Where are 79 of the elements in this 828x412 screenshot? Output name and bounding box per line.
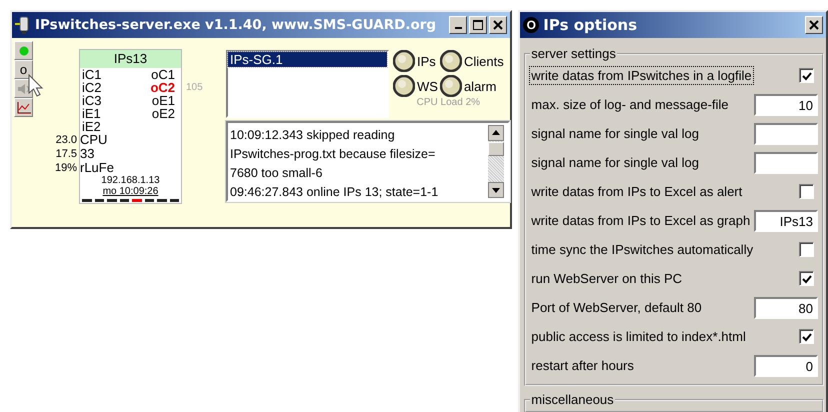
check-icon <box>802 332 812 342</box>
log-line: 7680 too small-6 <box>230 165 324 182</box>
sensor-label: rLuFe <box>80 161 114 175</box>
lamp-label: alarm <box>464 78 496 94</box>
output-label: oE1 <box>152 94 175 108</box>
scroll-thumb[interactable] <box>488 142 504 156</box>
option-label: time sync the IPswitches automatically <box>530 241 754 258</box>
lamp-label: Clients <box>464 54 504 68</box>
option-label: write datas from IPswitches in a logfile <box>530 67 753 84</box>
input-field[interactable]: 0 <box>754 354 818 376</box>
server-item[interactable]: IPs-SG.1 <box>228 52 387 67</box>
input-label: iE1 <box>82 107 101 121</box>
reading-value: 19% <box>54 161 77 175</box>
scroll-down-icon[interactable] <box>488 182 504 198</box>
chart-button[interactable] <box>14 98 33 117</box>
group-title: miscellaneous <box>530 392 615 407</box>
app-icon: O <box>523 17 540 33</box>
input-field[interactable]: IPs13 <box>754 210 818 232</box>
log-line: 10:09:12.343 skipped reading <box>230 127 396 144</box>
option-label: run WebServer on this PC <box>530 270 684 287</box>
checkbox[interactable] <box>799 68 814 83</box>
log-line: 09:46:27.843 online IPs 13; state=1-1 <box>230 184 440 201</box>
group-title: server settings <box>530 46 617 61</box>
option-label: restart after hours <box>530 357 635 374</box>
scroll-up-icon[interactable] <box>488 125 504 141</box>
device-name: IPs13 <box>80 50 181 68</box>
sensor-label: CPU <box>80 133 108 147</box>
lamp-label: IPs <box>417 54 436 68</box>
input-label: iE2 <box>82 120 101 134</box>
output-label: oC1 <box>151 68 175 82</box>
input-label: iC3 <box>82 94 102 108</box>
led-button[interactable] <box>14 41 33 60</box>
output-label: oE2 <box>152 107 175 121</box>
maximize-button[interactable] <box>469 16 488 34</box>
chart-icon <box>16 102 30 114</box>
input-field[interactable] <box>754 122 818 144</box>
close-icon <box>493 20 504 30</box>
device-time: mo 10:09:26 <box>102 186 160 197</box>
cursor-icon <box>28 74 44 98</box>
option-label: public access is limited to index*.html <box>530 328 747 345</box>
check-icon <box>802 274 812 284</box>
checkbox[interactable] <box>799 184 814 199</box>
window-title: IPs options <box>543 16 638 34</box>
scrollbar[interactable] <box>488 125 504 198</box>
close-button[interactable] <box>489 16 508 34</box>
plug-icon <box>15 16 31 34</box>
checkbox[interactable] <box>799 271 814 286</box>
maximize-icon <box>473 20 484 30</box>
input-field[interactable]: 10 <box>754 94 818 116</box>
minimize-button[interactable] <box>449 16 468 34</box>
lamp-label: WS <box>417 78 438 94</box>
input-label: iC1 <box>82 68 102 82</box>
input-field[interactable]: 80 <box>754 296 818 318</box>
close-button[interactable] <box>805 16 823 34</box>
checkbox[interactable] <box>799 329 814 344</box>
reading-value: 23.0 <box>54 133 77 147</box>
option-label: max. size of log- and message-file <box>530 96 730 113</box>
window-title: IPswitches-server.exe v1.1.40, www.SMS-GUARD.org <box>35 17 438 33</box>
minimize-icon <box>454 27 462 29</box>
option-label: signal name for single val log <box>530 154 700 171</box>
output-value: 105 <box>186 81 203 94</box>
close-icon <box>809 20 819 30</box>
reading-value: 17.5 <box>54 147 77 161</box>
sensor-label: 33 <box>80 147 94 161</box>
input-field[interactable] <box>754 152 818 174</box>
speaker-icon <box>16 84 30 94</box>
option-label: signal name for single val log <box>530 125 700 142</box>
cpu-load: CPU Load 2% <box>416 97 480 108</box>
checkbox[interactable] <box>799 242 814 257</box>
ip-address: 192.168.1.13 <box>100 175 161 186</box>
log-line: IPswitches-prog.txt because filesize= <box>230 146 436 163</box>
led-icon <box>18 46 28 56</box>
option-label: Port of WebServer, default 80 <box>530 299 703 316</box>
output-label: oC2 <box>150 81 175 95</box>
check-icon <box>802 70 812 80</box>
letter-button[interactable]: o <box>14 60 33 79</box>
input-label: iC2 <box>82 81 102 95</box>
option-label: write datas from IPs to Excel as graph <box>530 212 752 229</box>
option-label: write datas from IPs to Excel as alert <box>530 183 744 200</box>
